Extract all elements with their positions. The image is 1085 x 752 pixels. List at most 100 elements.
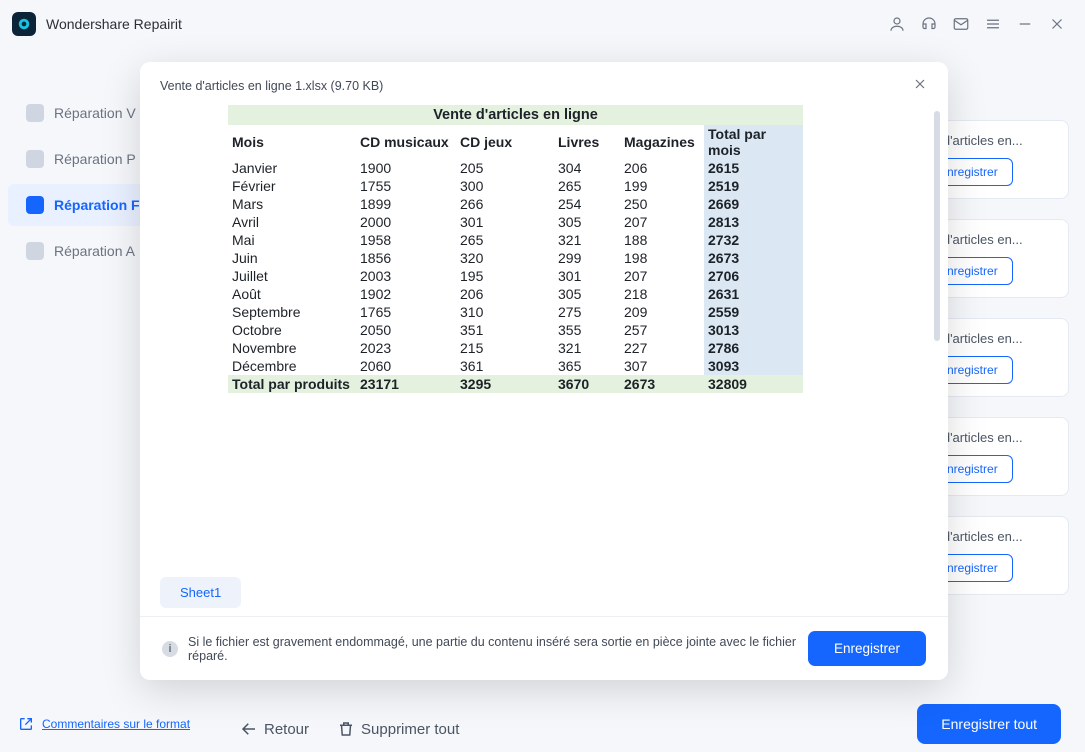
cell: Août (228, 285, 356, 303)
close-icon[interactable] (912, 76, 928, 95)
account-icon[interactable] (881, 8, 913, 40)
cell: 355 (554, 321, 620, 339)
cell: 304 (554, 159, 620, 177)
external-link-icon (18, 716, 34, 732)
cell: 1958 (356, 231, 456, 249)
cell: 305 (554, 285, 620, 303)
footer-message: Si le fichier est gravement endommagé, u… (188, 635, 808, 663)
column-header: CD jeux (456, 125, 554, 159)
table-row: Avril20003013052072813 (228, 213, 803, 231)
cell: 215 (456, 339, 554, 357)
cell: 2813 (704, 213, 803, 231)
cell: 300 (456, 177, 554, 195)
table-row: Janvier19002053042062615 (228, 159, 803, 177)
cell: 257 (620, 321, 704, 339)
file-card-name: e d'articles en... (932, 430, 1056, 445)
cell: 265 (456, 231, 554, 249)
cell: 206 (620, 159, 704, 177)
cell: Décembre (228, 357, 356, 375)
support-icon[interactable] (913, 8, 945, 40)
cell: 23171 (356, 375, 456, 393)
delete-all-button[interactable]: Supprimer tout (337, 720, 459, 738)
menu-icon[interactable] (977, 8, 1009, 40)
file-card-name: e d'articles en... (932, 331, 1056, 346)
cell: 310 (456, 303, 554, 321)
sidebar-label: Réparation P (54, 151, 136, 167)
totals-row: Total par produits2317132953670267332809 (228, 375, 803, 393)
cell: 3670 (554, 375, 620, 393)
cell: 207 (620, 213, 704, 231)
cell: Juin (228, 249, 356, 267)
file-card-name: e d'articles en... (932, 232, 1056, 247)
sidebar-label: Réparation V (54, 105, 136, 121)
mail-icon[interactable] (945, 8, 977, 40)
cell: 2615 (704, 159, 803, 177)
cell: 195 (456, 267, 554, 285)
minimize-icon[interactable] (1009, 8, 1041, 40)
table-row: Septembre17653102752092559 (228, 303, 803, 321)
save-button[interactable]: Enregistrer (808, 631, 926, 666)
modal-filename: Vente d'articles en ligne 1.xlsx (9.70 K… (160, 79, 383, 93)
table-row: Juin18563202991982673 (228, 249, 803, 267)
column-header: Total par mois (704, 125, 803, 159)
table-row: Août19022063052182631 (228, 285, 803, 303)
sidebar-label: Réparation A (54, 243, 135, 259)
preview-modal: Vente d'articles en ligne 1.xlsx (9.70 K… (140, 62, 948, 680)
cell: 2050 (356, 321, 456, 339)
cell: Février (228, 177, 356, 195)
sidebar-label: Réparation F (54, 197, 140, 213)
data-table: MoisCD musicauxCD jeuxLivresMagazinesTot… (228, 125, 803, 393)
cell: Novembre (228, 339, 356, 357)
column-header: CD musicaux (356, 125, 456, 159)
cell: 209 (620, 303, 704, 321)
cell: 301 (456, 213, 554, 231)
close-window-icon[interactable] (1041, 8, 1073, 40)
cell: 254 (554, 195, 620, 213)
cell: 320 (456, 249, 554, 267)
cell: 2786 (704, 339, 803, 357)
feedback-link-text: Commentaires sur le format (42, 717, 190, 731)
table-row: Février17553002651992519 (228, 177, 803, 195)
cell: 2673 (704, 249, 803, 267)
photo-icon (26, 150, 44, 168)
cell: 365 (554, 357, 620, 375)
scrollbar[interactable] (934, 111, 940, 341)
column-header: Magazines (620, 125, 704, 159)
table-row: Mars18992662542502669 (228, 195, 803, 213)
save-all-button[interactable]: Enregistrer tout (917, 704, 1061, 744)
cell: Janvier (228, 159, 356, 177)
file-card-name: e d'articles en... (932, 529, 1056, 544)
cell: Octobre (228, 321, 356, 339)
video-icon (26, 104, 44, 122)
cell: 1902 (356, 285, 456, 303)
column-header: Mois (228, 125, 356, 159)
table-row: Novembre20232153212272786 (228, 339, 803, 357)
column-header: Livres (554, 125, 620, 159)
cell: 2669 (704, 195, 803, 213)
cell: 361 (456, 357, 554, 375)
cell: 2706 (704, 267, 803, 285)
info-icon: i (162, 641, 178, 657)
sheet-tab[interactable]: Sheet1 (160, 577, 241, 608)
back-button[interactable]: Retour (240, 720, 309, 738)
cell: 3295 (456, 375, 554, 393)
cell: 2732 (704, 231, 803, 249)
cell: 206 (456, 285, 554, 303)
cell: 188 (620, 231, 704, 249)
cell: 207 (620, 267, 704, 285)
cell: 218 (620, 285, 704, 303)
cell: 1900 (356, 159, 456, 177)
modal-header: Vente d'articles en ligne 1.xlsx (9.70 K… (140, 62, 948, 99)
sheet-tabs: Sheet1 (140, 577, 948, 616)
cell: 1755 (356, 177, 456, 195)
modal-body: Vente d'articles en ligne MoisCD musicau… (140, 99, 948, 577)
cell: 299 (554, 249, 620, 267)
table-row: Octobre20503513552573013 (228, 321, 803, 339)
cell: 1765 (356, 303, 456, 321)
cell: 2519 (704, 177, 803, 195)
sheet-title: Vente d'articles en ligne (228, 105, 803, 125)
feedback-link[interactable]: Commentaires sur le format (18, 716, 190, 732)
cell: 266 (456, 195, 554, 213)
cell: 3093 (704, 357, 803, 375)
cell: 2559 (704, 303, 803, 321)
